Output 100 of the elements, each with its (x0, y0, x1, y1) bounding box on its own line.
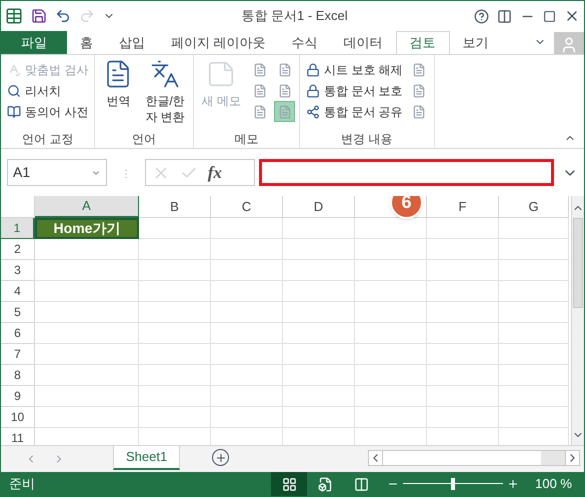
row-header[interactable]: 4 (1, 280, 35, 302)
grid-cell[interactable] (211, 344, 283, 364)
grid-cell[interactable] (499, 218, 569, 238)
row-header[interactable]: 6 (1, 322, 35, 344)
grid-cell[interactable] (139, 322, 211, 344)
grid-cell[interactable] (427, 322, 499, 344)
grid-cell[interactable] (499, 302, 569, 322)
grid-cell[interactable] (355, 238, 427, 260)
grid-cell[interactable] (427, 280, 499, 302)
grid-cell[interactable] (139, 302, 211, 322)
ribbon-tab[interactable]: 홈 (67, 31, 106, 54)
grid-cell[interactable] (427, 344, 499, 364)
grid-cell[interactable] (427, 364, 499, 386)
grid-cell[interactable] (139, 238, 211, 260)
column-header[interactable]: A (35, 196, 139, 218)
grid-cell[interactable] (35, 238, 139, 260)
grid-cell[interactable] (427, 302, 499, 322)
ribbon-large-button[interactable]: 번역 (99, 59, 138, 130)
maximize-icon[interactable] (543, 10, 556, 22)
grid-cell[interactable] (139, 218, 211, 238)
help-icon[interactable] (474, 8, 489, 24)
grid-cell[interactable] (499, 344, 569, 364)
grid-cell[interactable] (499, 386, 569, 406)
grid-cell[interactable] (355, 260, 427, 280)
zoom-slider[interactable] (403, 478, 504, 490)
ribbon-large-button[interactable]: 한글/한 자 변환 (141, 59, 189, 130)
grid-cell[interactable] (139, 364, 211, 386)
grid-cell[interactable] (427, 406, 499, 428)
grid-cell[interactable] (35, 260, 139, 280)
grid-cell[interactable] (139, 406, 211, 428)
zoom-level[interactable]: 100 % (535, 474, 572, 494)
grid-cell[interactable] (139, 344, 211, 364)
row-header[interactable]: 3 (1, 260, 35, 280)
grid-cell[interactable] (499, 280, 569, 302)
ribbon-tab[interactable]: 삽입 (106, 31, 158, 54)
grid-cell[interactable] (283, 260, 355, 280)
column-header[interactable]: D (283, 196, 355, 218)
grid-cell[interactable] (283, 406, 355, 428)
row-header[interactable]: 5 (1, 302, 35, 322)
sheet-tab[interactable]: Sheet1 (113, 446, 180, 470)
ribbon-button[interactable]: 시트 보호 해제 (324, 60, 403, 78)
grid-cell[interactable] (283, 386, 355, 406)
grid-cell[interactable] (355, 364, 427, 386)
grid-cell[interactable] (211, 280, 283, 302)
zoom-in-icon[interactable] (507, 478, 520, 490)
ribbon-button[interactable]: 통합 문서 공유 (324, 102, 403, 120)
grid-cell[interactable] (283, 280, 355, 302)
grid-cell[interactable] (283, 344, 355, 364)
grid-cell[interactable] (35, 406, 139, 428)
ribbon-tab[interactable]: 보기 (450, 31, 502, 54)
grid-cell[interactable] (283, 238, 355, 260)
grid-cell[interactable] (35, 344, 139, 364)
grid-cell[interactable] (427, 260, 499, 280)
grid-cell[interactable] (139, 280, 211, 302)
save-icon[interactable] (31, 8, 47, 24)
grid-cell[interactable] (211, 218, 283, 238)
grid-cell[interactable] (427, 218, 499, 238)
grid-cell[interactable] (211, 302, 283, 322)
grid-cell[interactable] (211, 260, 283, 280)
function-icon[interactable]: fx (208, 160, 222, 186)
name-box[interactable]: A1 (7, 159, 107, 186)
add-sheet-button[interactable] (212, 449, 230, 466)
grid-cell[interactable] (283, 218, 355, 238)
grid-cell[interactable] (427, 386, 499, 406)
grid-cell[interactable] (35, 364, 139, 386)
row-header[interactable]: 8 (1, 364, 35, 386)
grid-cell[interactable] (211, 238, 283, 260)
grid-cell[interactable] (139, 260, 211, 280)
avatar[interactable] (554, 32, 584, 54)
grid-cell[interactable] (35, 280, 139, 302)
row-header[interactable]: 1 (1, 218, 35, 238)
grid-cell[interactable] (139, 386, 211, 406)
ribbon-button[interactable]: 리서치 (25, 82, 61, 100)
grid-cell[interactable] (283, 364, 355, 386)
scrollbar-thumb[interactable] (541, 451, 565, 465)
ribbon-button[interactable]: 통합 문서 보호 (324, 82, 403, 100)
formula-input-field[interactable] (258, 159, 554, 186)
scrollbar-thumb[interactable] (573, 218, 583, 308)
grid-cell[interactable] (211, 322, 283, 344)
grid-cell[interactable] (35, 386, 139, 406)
grid-view-button[interactable] (271, 472, 308, 496)
redo-icon[interactable] (79, 8, 95, 24)
grid-cell[interactable] (355, 386, 427, 406)
grid-cell[interactable] (499, 322, 569, 344)
row-header[interactable]: 2 (1, 238, 35, 260)
ribbon-display-icon[interactable] (497, 8, 512, 24)
row-header[interactable]: 10 (1, 406, 35, 428)
grid-cell[interactable] (499, 364, 569, 386)
ribbon-button[interactable]: 동의어 사전 (25, 102, 88, 120)
column-header[interactable]: B (139, 196, 211, 218)
column-header[interactable]: G (499, 196, 569, 218)
grid-cell[interactable] (355, 406, 427, 428)
grid-cell[interactable] (211, 364, 283, 386)
row-header[interactable]: 7 (1, 344, 35, 364)
grid-cell[interactable] (499, 238, 569, 260)
undo-icon[interactable] (55, 8, 71, 24)
file-tab[interactable]: 파일 (1, 31, 67, 54)
selected-cell[interactable]: Home가기 (35, 218, 139, 238)
grid-cell[interactable] (211, 386, 283, 406)
grid-cell[interactable] (35, 302, 139, 322)
